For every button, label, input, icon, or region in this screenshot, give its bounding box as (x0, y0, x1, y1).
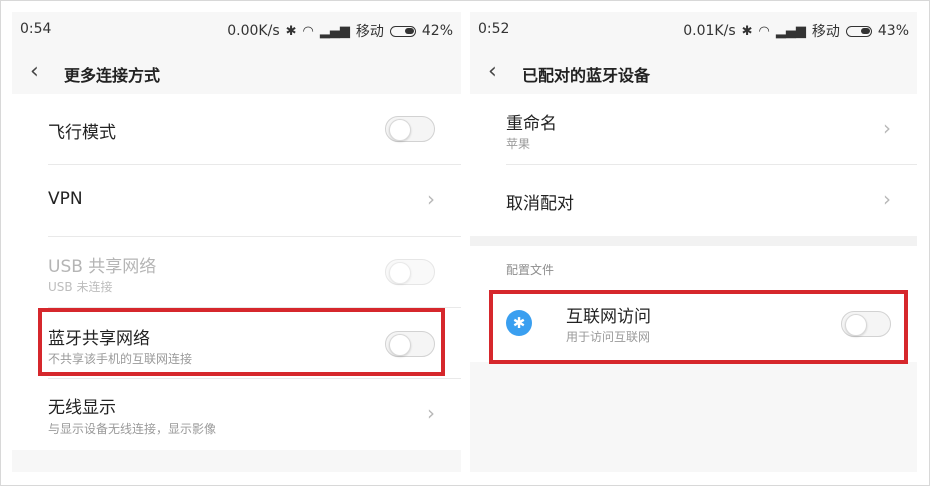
section-spacer (470, 236, 917, 246)
status-time: 0:52 (478, 21, 510, 37)
list-item-label: 取消配对 (506, 194, 574, 214)
battery-percent: 43% (877, 23, 909, 39)
status-right: 0.00K/s ✱ ◠ ▂▄▆ 移动 42% (227, 21, 453, 41)
battery-percent: 42% (421, 23, 453, 39)
highlight-box-bluetooth-tethering (38, 308, 445, 376)
highlight-box-internet-access (489, 290, 908, 364)
wifi-icon: ◠ (302, 23, 314, 39)
title-bar: ‹ 已配对的蓝牙设备 (470, 52, 917, 92)
battery-icon (389, 25, 416, 37)
list-item-label: 重命名 (506, 114, 557, 134)
list-item-wireless-display[interactable]: 无线显示 与显示设备无线连接，显示影像 › (12, 379, 461, 450)
more-connections-screen: 0:54 0.00K/s ✱ ◠ ▂▄▆ 移动 42% ‹ 更多连接方式 飞行模… (12, 12, 461, 472)
list-item-label: VPN (48, 189, 83, 209)
usb-tethering-toggle (385, 259, 435, 285)
carrier-label: 移动 (811, 24, 840, 40)
back-chevron-icon[interactable]: ‹ (488, 59, 497, 84)
chevron-right-icon: › (427, 401, 435, 425)
airplane-mode-toggle[interactable] (385, 116, 435, 142)
title-bar: ‹ 更多连接方式 (12, 52, 461, 92)
list-item-usb-tethering: USB 共享网络 USB 未连接 (12, 237, 461, 307)
wifi-icon: ◠ (758, 23, 770, 39)
paired-bluetooth-device-screen: 0:52 0.01K/s ✱ ◠ ▂▄▆ 移动 43% ‹ 已配对的蓝牙设备 重… (470, 12, 917, 472)
list-item-unpair[interactable]: 取消配对 › (470, 165, 917, 236)
bluetooth-icon: ✱ (741, 23, 753, 39)
status-time: 0:54 (20, 21, 52, 37)
network-speed: 0.00K/s (227, 23, 280, 39)
page-title: 已配对的蓝牙设备 (522, 66, 651, 85)
page-title: 更多连接方式 (64, 66, 161, 85)
list-item-label: 无线显示 (48, 398, 116, 418)
chevron-right-icon: › (427, 187, 435, 211)
status-bar: 0:52 0.01K/s ✱ ◠ ▂▄▆ 移动 43% (470, 12, 917, 46)
status-bar: 0:54 0.00K/s ✱ ◠ ▂▄▆ 移动 42% (12, 12, 461, 46)
signal-icon: ▂▄▆ (775, 23, 806, 39)
list-item-label: 飞行模式 (48, 123, 116, 143)
list-item-subtitle: 苹果 (506, 137, 531, 151)
settings-list: 飞行模式 VPN › USB 共享网络 USB 未连接 蓝牙共享网络 不共享该手… (12, 94, 461, 450)
network-speed: 0.01K/s (683, 23, 736, 39)
status-right: 0.01K/s ✱ ◠ ▂▄▆ 移动 43% (683, 21, 909, 41)
device-options-list: 重命名 苹果 › 取消配对 › (470, 94, 917, 236)
chevron-right-icon: › (883, 187, 891, 211)
toggle-knob (389, 119, 411, 141)
toggle-knob (389, 262, 411, 284)
back-chevron-icon[interactable]: ‹ (30, 59, 39, 84)
list-item-subtitle: 与显示设备无线连接，显示影像 (48, 422, 217, 436)
list-item-label: USB 共享网络 (48, 257, 157, 277)
list-item-airplane-mode[interactable]: 飞行模式 (12, 94, 461, 164)
battery-icon (845, 25, 872, 37)
list-item-vpn[interactable]: VPN › (12, 165, 461, 236)
list-item-rename[interactable]: 重命名 苹果 › (470, 94, 917, 164)
chevron-right-icon: › (883, 116, 891, 140)
signal-icon: ▂▄▆ (319, 23, 350, 39)
section-title: 配置文件 (506, 263, 555, 277)
list-item-subtitle: USB 未连接 (48, 280, 113, 294)
bluetooth-icon: ✱ (285, 23, 297, 39)
carrier-label: 移动 (355, 24, 384, 40)
